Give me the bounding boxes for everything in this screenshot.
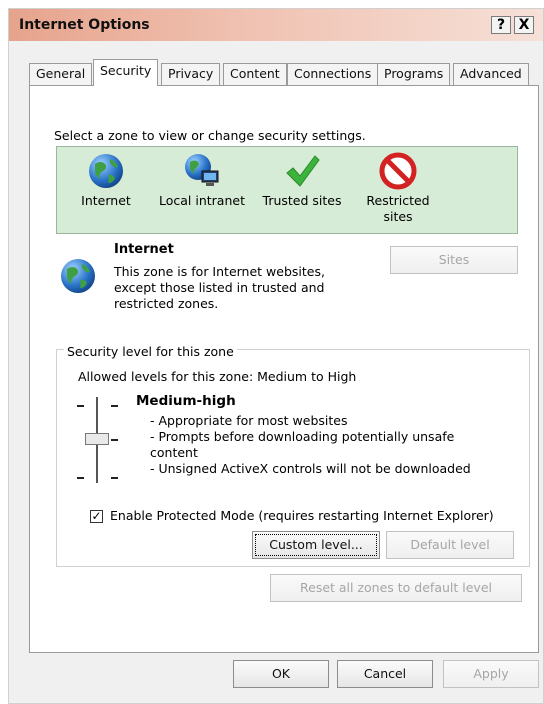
- zone-info-description: This zone is for Internet websites, exce…: [114, 264, 325, 311]
- tab-content[interactable]: Content: [223, 63, 287, 85]
- sites-button[interactable]: Sites: [390, 246, 518, 274]
- slider-tick: [77, 405, 84, 407]
- close-button[interactable]: X: [514, 16, 534, 34]
- tab-strip: General Security Privacy Content Connect…: [29, 59, 539, 86]
- zone-info-globe-icon: [61, 259, 95, 293]
- checkmark-icon: [286, 155, 320, 187]
- ok-button[interactable]: OK: [233, 660, 329, 688]
- tab-privacy[interactable]: Privacy: [161, 63, 221, 85]
- security-level-description: - Appropriate for most websites - Prompt…: [150, 413, 480, 477]
- zone-trusted-sites-label: Trusted sites: [262, 193, 342, 208]
- zone-local-intranet-label: Local intranet: [159, 193, 245, 208]
- window-title: Internet Options: [19, 17, 150, 33]
- level-bullet: - Appropriate for most websites: [150, 413, 348, 428]
- tab-security[interactable]: Security: [93, 59, 159, 86]
- zone-internet[interactable]: Internet: [71, 151, 141, 209]
- slider-tick: [111, 439, 118, 441]
- title-bar[interactable]: Internet Options ? X: [9, 9, 543, 41]
- level-bullet: - Prompts before downloading potentially…: [150, 429, 455, 460]
- reset-all-zones-button[interactable]: Reset all zones to default level: [270, 574, 522, 602]
- level-bullet: - Unsigned ActiveX controls will not be …: [150, 461, 471, 476]
- apply-button[interactable]: Apply: [443, 660, 539, 688]
- zone-list: Internet Local intranet Trusted sites Re…: [56, 146, 518, 234]
- security-tab-panel: Select a zone to view or change security…: [29, 85, 539, 653]
- zone-internet-label: Internet: [81, 193, 131, 208]
- slider-tick: [77, 477, 84, 479]
- security-level-name: Medium-high: [136, 393, 236, 409]
- cancel-button[interactable]: Cancel: [337, 660, 433, 688]
- slider-thumb[interactable]: [85, 433, 109, 445]
- internet-options-dialog: Internet Options ? X General Security Pr…: [8, 8, 544, 704]
- allowed-levels-text: Allowed levels for this zone: Medium to …: [78, 369, 357, 384]
- custom-level-button[interactable]: Custom level...: [252, 531, 380, 559]
- protected-mode-label[interactable]: Enable Protected Mode (requires restarti…: [110, 508, 494, 523]
- intranet-icon: [185, 154, 219, 186]
- default-level-button[interactable]: Default level: [386, 531, 514, 559]
- slider-tick: [111, 405, 118, 407]
- zone-restricted-sites-label: Restricted sites: [366, 193, 430, 224]
- zone-restricted-sites[interactable]: Restricted sites: [355, 151, 441, 225]
- zone-trusted-sites[interactable]: Trusted sites: [257, 151, 347, 209]
- help-button[interactable]: ?: [491, 16, 511, 34]
- zone-info-title: Internet: [114, 242, 174, 257]
- tab-general[interactable]: General: [29, 63, 93, 85]
- globe-icon: [89, 154, 123, 188]
- zone-prompt-text: Select a zone to view or change security…: [54, 128, 366, 143]
- tab-programs[interactable]: Programs: [377, 63, 451, 85]
- tab-advanced[interactable]: Advanced: [453, 63, 529, 85]
- protected-mode-checkbox[interactable]: ✓: [90, 510, 103, 523]
- restricted-icon: [379, 152, 417, 190]
- security-level-legend: Security level for this zone: [64, 344, 237, 359]
- tab-connections[interactable]: Connections: [287, 63, 379, 85]
- zone-local-intranet[interactable]: Local intranet: [155, 151, 249, 209]
- slider-tick: [111, 477, 118, 479]
